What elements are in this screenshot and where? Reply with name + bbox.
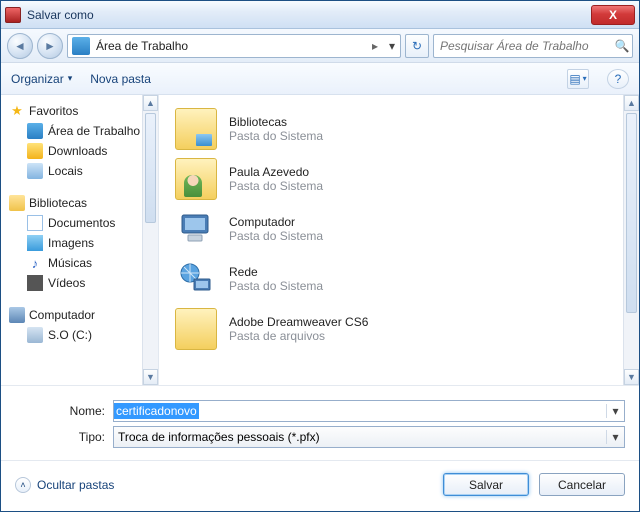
list-item[interactable]: Paula AzevedoPasta do Sistema bbox=[175, 155, 639, 203]
scroll-down-icon[interactable]: ▼ bbox=[624, 369, 639, 385]
save-as-dialog: Salvar como X ◄ ► Área de Trabalho ▸ ▾ ↻… bbox=[0, 0, 640, 512]
organize-menu[interactable]: Organizar ▾ bbox=[11, 72, 72, 86]
places-icon bbox=[27, 163, 43, 179]
filelist-scrollbar[interactable]: ▲ ▼ bbox=[623, 95, 639, 385]
libraries-icon bbox=[175, 108, 217, 150]
sidebar-item-drive-c[interactable]: S.O (C:) bbox=[5, 325, 158, 345]
download-icon bbox=[27, 143, 43, 159]
sidebar-item-images[interactable]: Imagens bbox=[5, 233, 158, 253]
cancel-button[interactable]: Cancelar bbox=[539, 473, 625, 496]
address-text: Área de Trabalho bbox=[94, 39, 366, 53]
filetype-label: Tipo: bbox=[15, 430, 113, 444]
chevron-down-icon: ▾ bbox=[583, 74, 587, 83]
save-button[interactable]: Salvar bbox=[443, 473, 529, 496]
chevron-down-icon: ▾ bbox=[68, 73, 73, 84]
filename-field[interactable]: certificadonovo ▾ bbox=[113, 400, 625, 422]
scroll-thumb[interactable] bbox=[145, 113, 156, 223]
sidebar-group-computer[interactable]: Computador bbox=[5, 305, 158, 325]
sidebar-item-documents[interactable]: Documentos bbox=[5, 213, 158, 233]
new-folder-button[interactable]: Nova pasta bbox=[90, 72, 151, 86]
music-icon: ♪ bbox=[27, 255, 43, 271]
back-button[interactable]: ◄ bbox=[7, 33, 33, 59]
address-arrow-icon[interactable]: ▸ bbox=[366, 39, 384, 53]
footer: ˄ Ocultar pastas Salvar Cancelar bbox=[1, 460, 639, 508]
filetype-value: Troca de informações pessoais (*.pfx) bbox=[114, 430, 324, 444]
list-item[interactable]: BibliotecasPasta do Sistema bbox=[175, 105, 639, 153]
search-icon: 🔍 bbox=[612, 39, 632, 53]
titlebar[interactable]: Salvar como X bbox=[1, 1, 639, 29]
close-button[interactable]: X bbox=[591, 5, 635, 25]
chevron-up-icon: ˄ bbox=[15, 477, 31, 493]
filetype-select[interactable]: Troca de informações pessoais (*.pfx) ▾ bbox=[113, 426, 625, 448]
document-icon bbox=[27, 215, 43, 231]
filetype-dropdown[interactable]: ▾ bbox=[606, 430, 624, 444]
computer-icon bbox=[9, 307, 25, 323]
scroll-down-icon[interactable]: ▼ bbox=[143, 369, 158, 385]
scroll-up-icon[interactable]: ▲ bbox=[624, 95, 639, 111]
help-button[interactable]: ? bbox=[607, 69, 629, 89]
sidebar-item-desktop[interactable]: Área de Trabalho bbox=[5, 121, 158, 141]
desktop-icon bbox=[27, 123, 43, 139]
drive-icon bbox=[27, 327, 43, 343]
file-list[interactable]: BibliotecasPasta do Sistema Paula Azeved… bbox=[159, 95, 639, 385]
form-area: Nome: certificadonovo ▾ Tipo: Troca de i… bbox=[1, 385, 639, 460]
list-item[interactable]: ComputadorPasta do Sistema bbox=[175, 205, 639, 253]
sidebar-group-libraries[interactable]: Bibliotecas bbox=[5, 193, 158, 213]
scroll-up-icon[interactable]: ▲ bbox=[143, 95, 158, 111]
filename-label: Nome: bbox=[15, 404, 113, 418]
sidebar-item-videos[interactable]: Vídeos bbox=[5, 273, 158, 293]
folder-icon bbox=[175, 308, 217, 350]
sidebar-scrollbar[interactable]: ▲ ▼ bbox=[142, 95, 158, 385]
refresh-button[interactable]: ↻ bbox=[405, 34, 429, 58]
scroll-thumb[interactable] bbox=[626, 113, 637, 313]
library-icon bbox=[9, 195, 25, 211]
search-box[interactable]: 🔍 bbox=[433, 34, 633, 58]
desktop-icon bbox=[72, 37, 90, 55]
star-icon: ★ bbox=[9, 103, 25, 119]
window-title: Salvar como bbox=[27, 8, 591, 22]
search-input[interactable] bbox=[434, 39, 612, 53]
computer-icon bbox=[175, 208, 217, 250]
nav-sidebar: ★Favoritos Área de Trabalho Downloads Lo… bbox=[1, 95, 159, 385]
address-bar[interactable]: Área de Trabalho ▸ ▾ bbox=[67, 34, 401, 58]
image-icon bbox=[27, 235, 43, 251]
view-mode-button[interactable]: ▤ ▾ bbox=[567, 69, 589, 89]
network-icon bbox=[175, 258, 217, 300]
forward-button[interactable]: ► bbox=[37, 33, 63, 59]
video-icon bbox=[27, 275, 43, 291]
sidebar-item-downloads[interactable]: Downloads bbox=[5, 141, 158, 161]
list-item[interactable]: Adobe Dreamweaver CS6Pasta de arquivos bbox=[175, 305, 639, 353]
list-item[interactable]: RedePasta do Sistema bbox=[175, 255, 639, 303]
toolbar: Organizar ▾ Nova pasta ▤ ▾ ? bbox=[1, 63, 639, 95]
sidebar-item-music[interactable]: ♪Músicas bbox=[5, 253, 158, 273]
app-icon bbox=[5, 7, 21, 23]
sidebar-item-places[interactable]: Locais bbox=[5, 161, 158, 181]
user-folder-icon bbox=[175, 158, 217, 200]
filename-input[interactable]: certificadonovo bbox=[114, 403, 199, 419]
nav-row: ◄ ► Área de Trabalho ▸ ▾ ↻ 🔍 bbox=[1, 29, 639, 63]
filename-dropdown[interactable]: ▾ bbox=[606, 404, 624, 418]
address-history-dropdown[interactable]: ▾ bbox=[384, 39, 400, 53]
sidebar-group-favorites[interactable]: ★Favoritos bbox=[5, 101, 158, 121]
hide-folders-toggle[interactable]: ˄ Ocultar pastas bbox=[15, 477, 114, 493]
